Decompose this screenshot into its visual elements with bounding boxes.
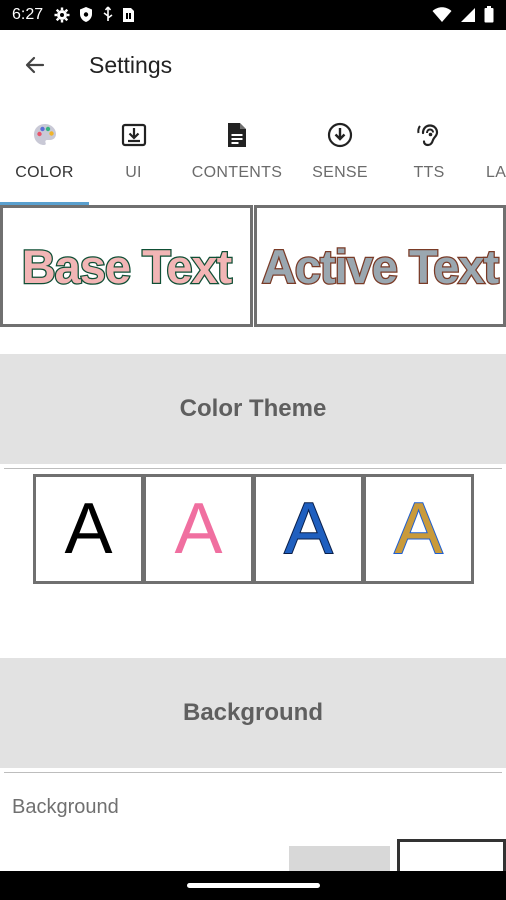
- arrow-down-circle-icon: [327, 120, 353, 150]
- base-text-label: Base Text: [20, 238, 233, 294]
- theme-letter: A: [174, 489, 223, 569]
- tab-la[interactable]: LA: [486, 102, 506, 206]
- tab-color[interactable]: COLOR: [0, 102, 89, 206]
- theme-swatch-gold[interactable]: A: [363, 474, 474, 584]
- page-title: Settings: [89, 52, 173, 78]
- status-icons-left: [54, 6, 135, 28]
- status-bar: 6:27: [0, 0, 506, 30]
- text-preview-row: Base Text Active Text: [0, 205, 506, 329]
- tab-label: LA: [486, 164, 506, 181]
- theme-letter: A: [64, 489, 113, 569]
- active-text-label: Active Text: [261, 238, 501, 294]
- tab-sense[interactable]: SENSE: [302, 102, 378, 206]
- color-theme-header: Color Theme: [0, 354, 506, 464]
- shield-icon: [78, 6, 94, 28]
- theme-swatch-pink[interactable]: A: [143, 474, 254, 584]
- download-box-icon: [121, 120, 147, 150]
- home-handle[interactable]: [187, 883, 320, 888]
- hearing-icon: [417, 120, 441, 150]
- theme-letter: A: [283, 489, 333, 569]
- tab-label: UI: [125, 164, 142, 181]
- color-theme-swatches: A A A A: [33, 474, 475, 584]
- tab-tts[interactable]: TTS: [396, 102, 462, 206]
- divider: [4, 468, 502, 469]
- navigation-bar: [0, 871, 506, 900]
- arrow-back-icon: [23, 53, 47, 82]
- gear-icon: [54, 7, 70, 28]
- divider: [4, 772, 502, 773]
- theme-letter: A: [393, 489, 443, 569]
- document-icon: [226, 120, 248, 150]
- palette-icon: [32, 120, 58, 150]
- tab-label: TTS: [413, 164, 445, 181]
- settings-tabs: COLOR UI CONTENTS SENSE TTS LA: [0, 102, 506, 206]
- background-label: Background: [12, 796, 119, 818]
- app-bar: Settings: [0, 30, 506, 102]
- section-title: Background: [182, 699, 323, 726]
- tab-label: CONTENTS: [191, 164, 283, 181]
- active-text-preview[interactable]: Active Text: [254, 205, 506, 327]
- status-icons-right: [432, 6, 494, 28]
- sim-card-icon: [122, 7, 135, 28]
- section-title: Color Theme: [179, 395, 327, 422]
- status-time: 6:27: [12, 6, 44, 23]
- battery-icon: [484, 6, 494, 28]
- theme-swatch-blue[interactable]: A: [253, 474, 364, 584]
- tab-label: COLOR: [15, 164, 74, 181]
- signal-icon: [460, 7, 476, 28]
- wifi-icon: [432, 6, 452, 28]
- tab-ui[interactable]: UI: [89, 102, 178, 206]
- usb-icon: [102, 6, 114, 28]
- theme-swatch-black[interactable]: A: [33, 474, 144, 584]
- background-header: Background: [0, 658, 506, 768]
- base-text-preview[interactable]: Base Text: [0, 205, 253, 327]
- back-button[interactable]: [16, 48, 54, 86]
- tab-label: SENSE: [312, 164, 368, 181]
- tab-contents[interactable]: CONTENTS: [186, 102, 288, 206]
